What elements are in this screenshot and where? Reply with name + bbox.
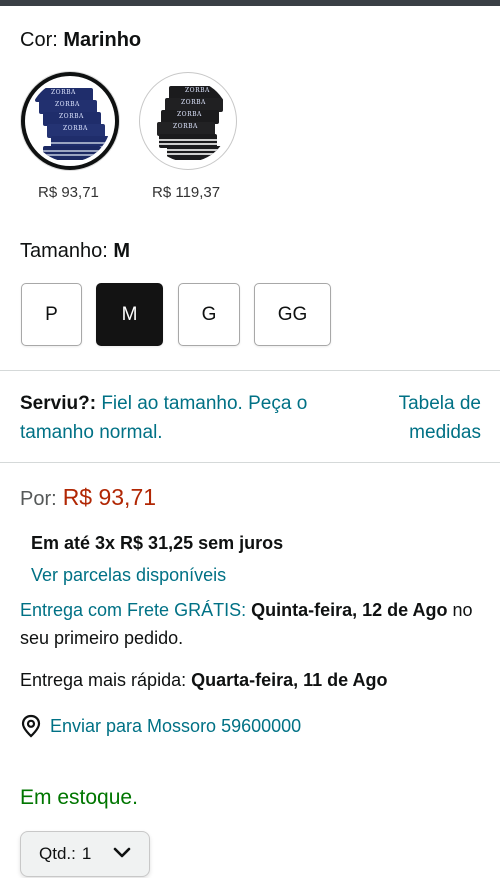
price-row: Por: R$ 93,71 bbox=[20, 484, 156, 511]
selected-color: Marinho bbox=[63, 29, 142, 51]
price-label: Por: bbox=[20, 488, 57, 510]
free-delivery-date: Quinta-feira, 12 de Ago bbox=[251, 600, 448, 620]
stock-status: Em estoque. bbox=[20, 786, 138, 809]
quantity-label: Qtd.: bbox=[39, 844, 76, 863]
quantity-select[interactable]: Qtd.: 1 bbox=[20, 831, 150, 877]
size-label: Tamanho: bbox=[20, 240, 108, 262]
swatch-image-navy: ZORBA ZORBA ZORBA ZORBA bbox=[29, 80, 111, 162]
chevron-down-icon bbox=[113, 847, 131, 858]
top-bar bbox=[0, 0, 500, 6]
location-pin-icon bbox=[21, 714, 41, 738]
color-swatch-marinho[interactable]: ZORBA ZORBA ZORBA ZORBA bbox=[21, 72, 119, 170]
color-label-row: Cor: Marinho bbox=[20, 29, 141, 52]
quantity-value: 1 bbox=[81, 844, 92, 863]
size-chart-link[interactable]: Tabela de medidas bbox=[361, 389, 481, 447]
ship-to-text: Enviar para Mossoro 59600000 bbox=[50, 715, 302, 736]
fast-delivery-info: Entrega mais rápida: Quarta-feira, 11 de… bbox=[20, 670, 388, 691]
size-option-p[interactable]: P bbox=[21, 283, 82, 346]
free-delivery-info: Entrega com Frete GRÁTIS: Quinta-feira, … bbox=[20, 596, 480, 652]
divider bbox=[0, 370, 500, 371]
swatch-price-marinho: R$ 93,71 bbox=[38, 184, 99, 201]
fit-label: Serviu?: bbox=[20, 393, 97, 414]
size-option-gg[interactable]: GG bbox=[254, 283, 331, 346]
price-value: R$ 93,71 bbox=[62, 484, 157, 510]
brand-text: ZORBA bbox=[51, 89, 76, 96]
installments-text: Em até 3x R$ 31,25 sem juros bbox=[31, 533, 284, 553]
fast-delivery-date: Quarta-feira, 11 de Ago bbox=[191, 670, 388, 690]
swatch-image-black: ZORBA ZORBA ZORBA ZORBA bbox=[147, 80, 229, 162]
color-swatch-preto[interactable]: ZORBA ZORBA ZORBA ZORBA bbox=[139, 72, 237, 170]
color-label: Cor: bbox=[20, 29, 58, 51]
swatch-price-preto: R$ 119,37 bbox=[152, 184, 221, 201]
size-option-g[interactable]: G bbox=[178, 283, 240, 346]
divider bbox=[0, 462, 500, 463]
size-label-row: Tamanho: M bbox=[20, 240, 130, 263]
free-delivery-link[interactable]: Entrega com Frete GRÁTIS: bbox=[20, 600, 246, 620]
ship-to-link[interactable]: Enviar para Mossoro 59600000 bbox=[20, 714, 301, 738]
selected-size: M bbox=[113, 240, 131, 262]
size-option-m[interactable]: M bbox=[96, 283, 163, 346]
fit-feedback: Serviu?: Fiel ao tamanho. Peça o tamanho… bbox=[20, 389, 360, 447]
installments-link[interactable]: Ver parcelas disponíveis bbox=[31, 565, 226, 586]
fast-delivery-label: Entrega mais rápida: bbox=[20, 670, 187, 690]
